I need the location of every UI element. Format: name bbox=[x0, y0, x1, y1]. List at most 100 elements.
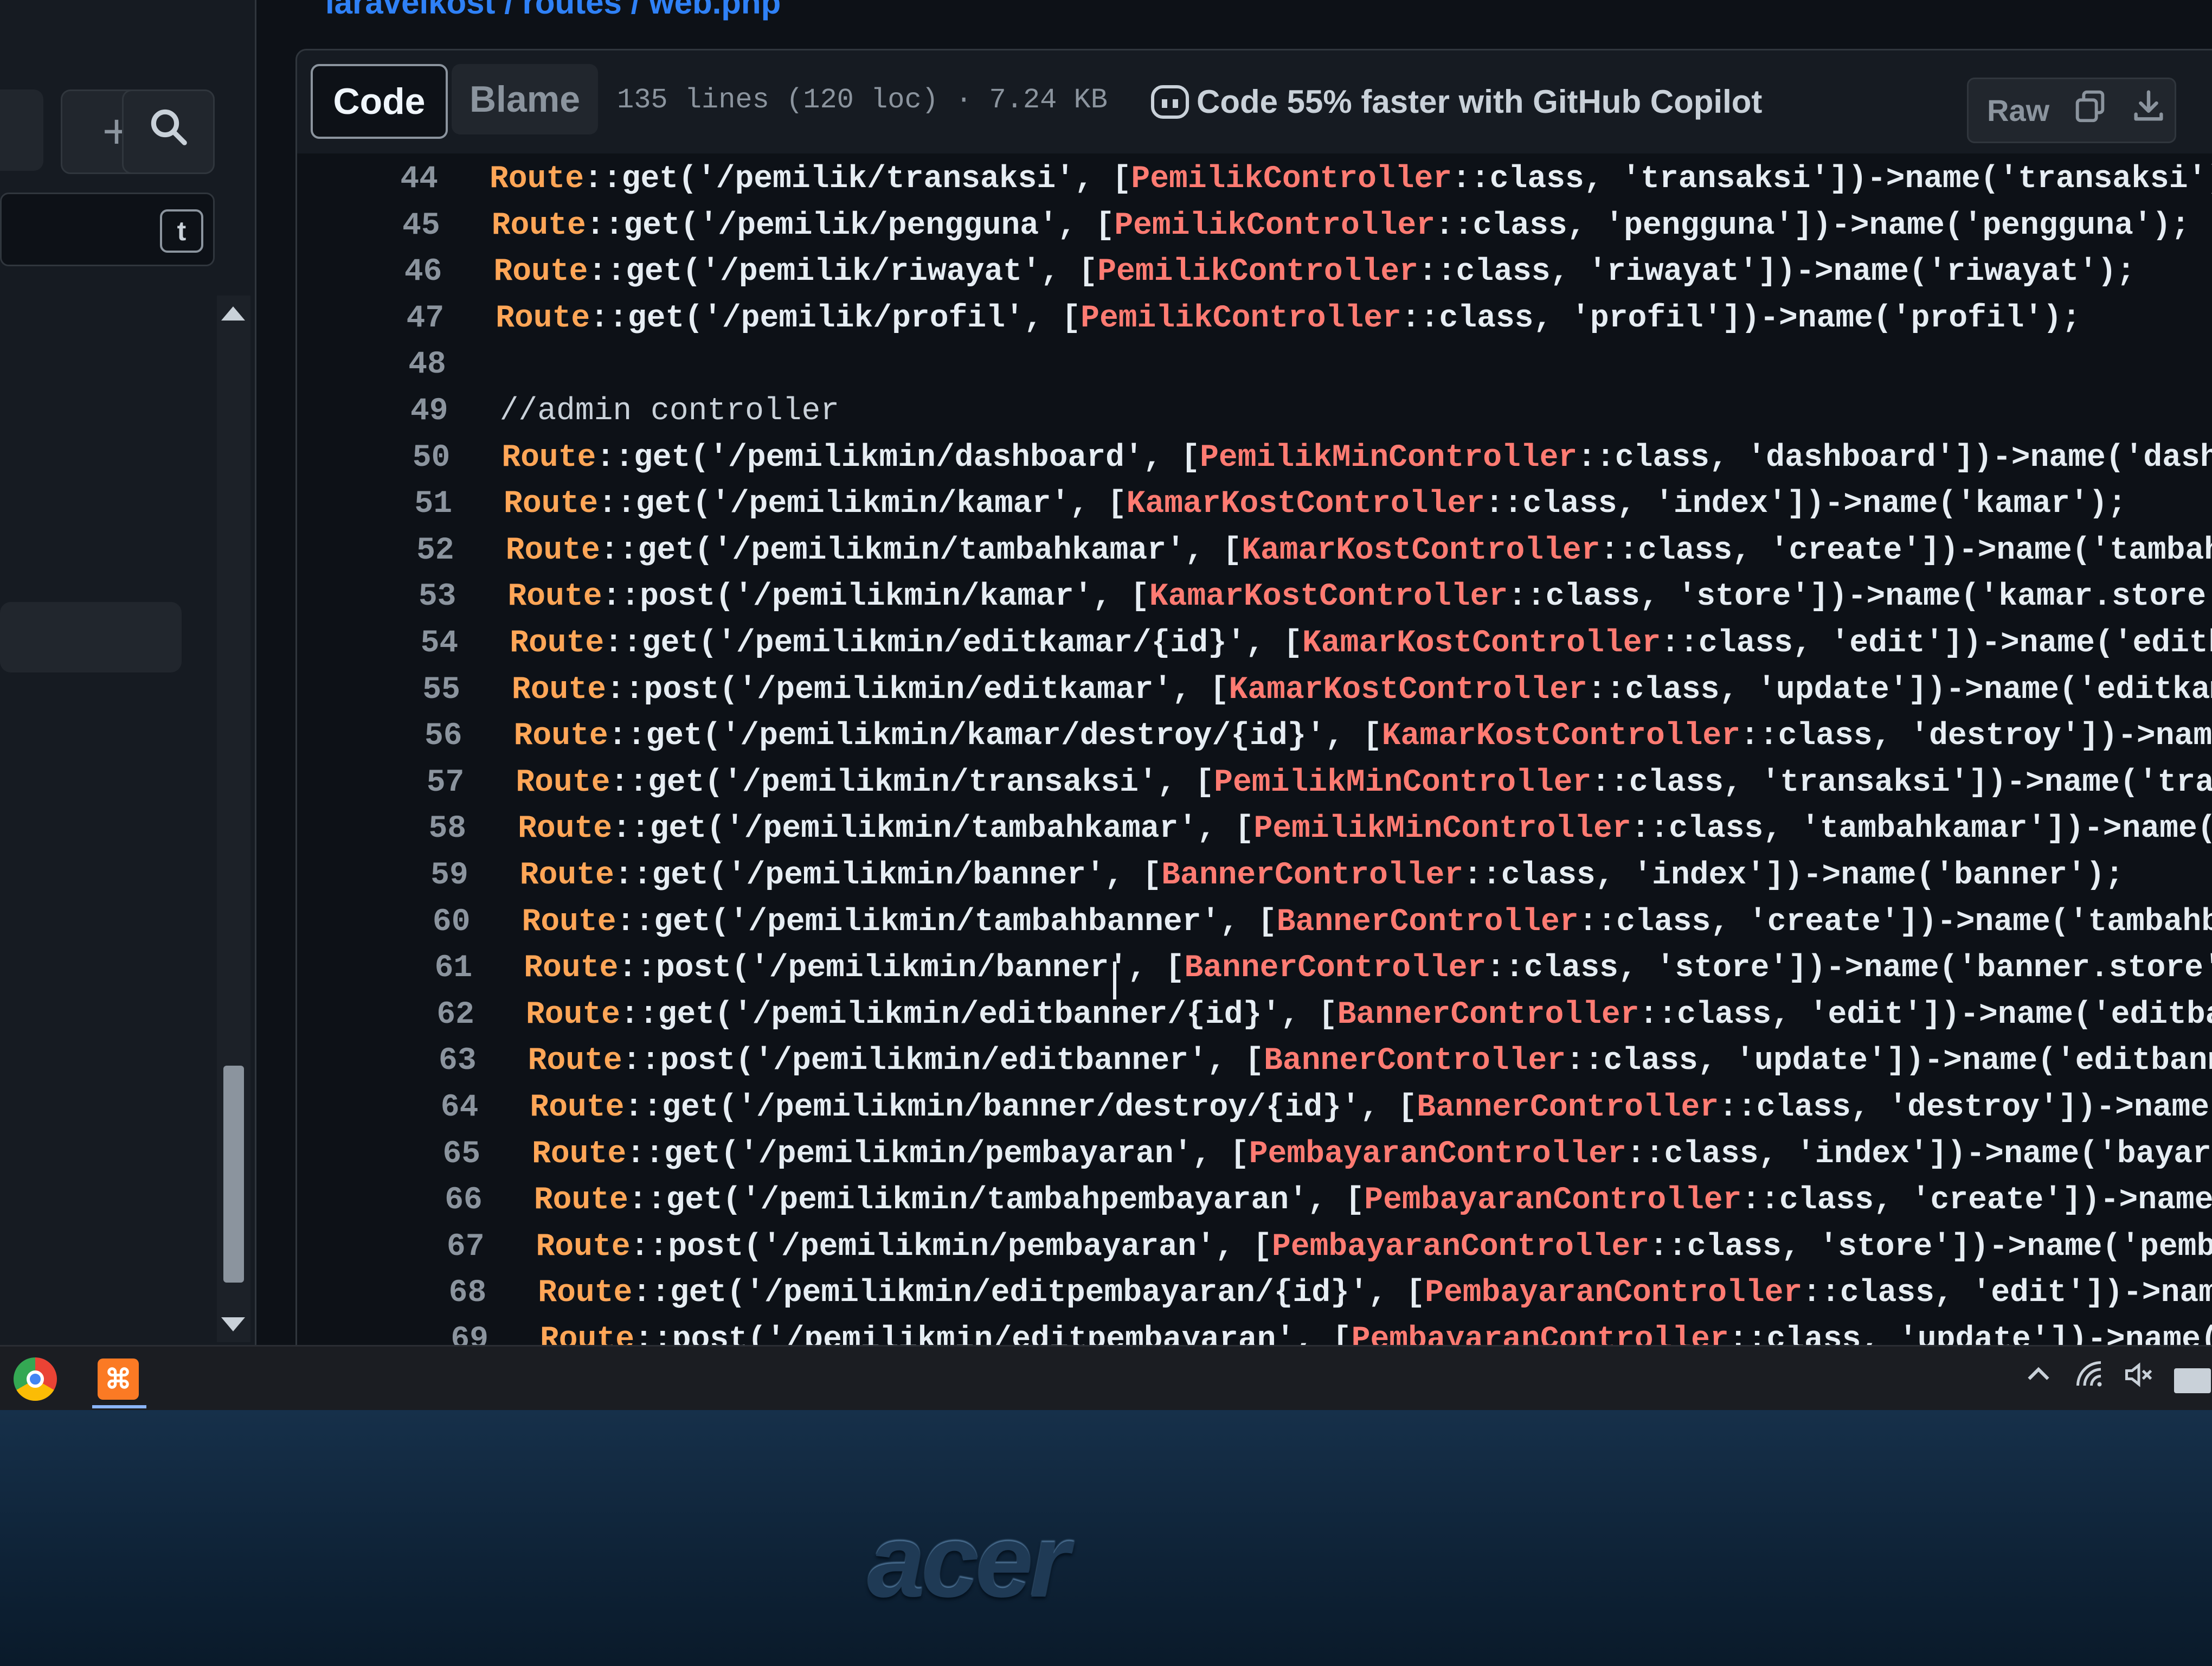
code-line: 50 Route::get('/pemilikmin/dashboard', [P… bbox=[309, 435, 2212, 481]
line-number[interactable]: 50 bbox=[309, 440, 501, 476]
copilot-promo-link[interactable]: Code 55% faster with GitHub Copilot bbox=[1151, 83, 1762, 120]
class-token: PembayaranController bbox=[1425, 1276, 1803, 1311]
sidebar-item-selected[interactable] bbox=[0, 602, 182, 672]
route-token: Route bbox=[518, 811, 613, 847]
line-number[interactable]: 61 bbox=[331, 951, 524, 986]
download-icon[interactable] bbox=[2130, 87, 2168, 133]
code-text: ::get('/pemilikmin/tambahpembayaran', [ bbox=[628, 1183, 1365, 1219]
line-number[interactable]: 66 bbox=[342, 1183, 534, 1218]
line-number[interactable]: 60 bbox=[330, 905, 522, 940]
scroll-down-arrow-icon[interactable] bbox=[221, 1317, 245, 1331]
line-number[interactable]: 59 bbox=[327, 858, 520, 893]
route-token: Route bbox=[496, 300, 590, 336]
scrollbar-thumb[interactable] bbox=[223, 1066, 244, 1283]
code-text: ::get('/pemilikmin/editbanner/{id}', [ bbox=[620, 997, 1338, 1033]
screen: + t laravelkost / routes / web.php Code … bbox=[0, 0, 2212, 1410]
code-text: ::class, 'store'])->name('pembayaran.sto… bbox=[1649, 1229, 2212, 1265]
class-token: BannerController bbox=[1417, 1090, 1719, 1125]
code-text: ::post('/pemilikmin/editpembayaran', [ bbox=[634, 1322, 1352, 1347]
line-number[interactable]: 69 bbox=[348, 1322, 540, 1347]
tab-code[interactable]: Code bbox=[311, 64, 448, 139]
line-number[interactable]: 48 bbox=[305, 347, 498, 382]
code-text: ::get('/pemilikmin/banner/destroy/{id}',… bbox=[624, 1090, 1417, 1125]
file-filter-input[interactable]: t bbox=[0, 193, 215, 266]
route-token: Route bbox=[490, 162, 584, 197]
route-token: Route bbox=[493, 254, 588, 290]
line-number[interactable]: 58 bbox=[325, 811, 518, 847]
class-token: PembayaranController bbox=[1249, 1136, 1626, 1172]
line-number[interactable]: 62 bbox=[333, 997, 526, 1033]
line-number[interactable]: 57 bbox=[323, 765, 516, 800]
route-token: Route bbox=[516, 765, 610, 800]
code-line: 45 Route::get('/pemilik/pengguna', [Pemil… bbox=[299, 203, 2190, 249]
xampp-app-icon[interactable]: ⌘ bbox=[98, 1359, 139, 1400]
code-text: ::get('/pemilikmin/kamar/destroy/{id}', … bbox=[608, 719, 1382, 754]
code-text: ::get('/pemilikmin/transaksi', [ bbox=[610, 765, 1214, 800]
code-text: ::class, 'edit'])->name('editpembayaran'… bbox=[1802, 1276, 2212, 1311]
route-token: Route bbox=[522, 904, 616, 940]
sidebar-scrollbar[interactable] bbox=[217, 296, 250, 1342]
line-number[interactable]: 53 bbox=[315, 579, 507, 614]
code-line: 54 Route::get('/pemilikmin/editkamar/{id}… bbox=[317, 620, 2212, 667]
sidebar-collapse-button[interactable] bbox=[0, 89, 43, 171]
scroll-up-arrow-icon[interactable] bbox=[221, 306, 245, 321]
class-token: PemilikController bbox=[1114, 208, 1436, 244]
search-files-button[interactable] bbox=[122, 89, 215, 174]
code-text: ::get('/pemilikmin/editpembayaran/{id}',… bbox=[632, 1276, 1425, 1311]
route-token: Route bbox=[525, 997, 620, 1033]
code-line: 53 Route::post('/pemilikmin/kamar', [Kama… bbox=[315, 574, 2212, 620]
tab-blame[interactable]: Blame bbox=[452, 64, 598, 134]
route-token: Route bbox=[513, 719, 608, 754]
line-number[interactable]: 51 bbox=[311, 486, 504, 522]
route-token: Route bbox=[540, 1322, 635, 1347]
battery-icon[interactable] bbox=[2174, 1368, 2211, 1393]
line-number[interactable]: 68 bbox=[345, 1276, 538, 1311]
class-token: KamarKostController bbox=[1126, 486, 1485, 522]
line-number[interactable]: 63 bbox=[336, 1043, 528, 1079]
line-number[interactable]: 44 bbox=[297, 162, 490, 197]
code-line: 48 bbox=[305, 342, 498, 388]
class-token: KamarKostController bbox=[1302, 626, 1661, 661]
line-number[interactable]: 49 bbox=[307, 394, 500, 429]
code-text: ::class, 'create'])->name('tambahkamar')… bbox=[1600, 533, 2212, 568]
file-actions-group: Raw bbox=[1967, 78, 2176, 143]
class-token: KamarKostController bbox=[1242, 533, 1600, 568]
line-number[interactable]: 47 bbox=[303, 301, 496, 336]
line-number[interactable]: 52 bbox=[313, 533, 506, 568]
line-number[interactable]: 65 bbox=[339, 1137, 532, 1172]
route-token: Route bbox=[536, 1229, 631, 1265]
wifi-icon[interactable] bbox=[2074, 1359, 2106, 1399]
line-number[interactable]: 56 bbox=[321, 719, 514, 754]
line-number[interactable]: 54 bbox=[317, 626, 510, 661]
code-text: ::class, 'tambahkamar'])->name('tambahka… bbox=[1631, 811, 2212, 847]
code-text: ::post('/pemilikmin/editbanner', [ bbox=[622, 1043, 1264, 1079]
breadcrumb[interactable]: laravelkost / routes / web.php bbox=[325, 0, 781, 21]
line-number[interactable]: 46 bbox=[301, 254, 493, 290]
line-number[interactable]: 45 bbox=[299, 208, 492, 244]
code-text: ::class, 'edit'])->name('editkamar'); bbox=[1661, 626, 2212, 661]
code-text: ::class, 'store'])->name('kamar.store'); bbox=[1508, 579, 2212, 615]
code-text: ::get('/pemilikmin/banner', [ bbox=[614, 858, 1162, 893]
code-line: 67 Route::post('/pemilikmin/pembayaran', … bbox=[344, 1224, 2212, 1270]
raw-button[interactable]: Raw bbox=[1987, 93, 2049, 128]
code-text: ::class, 'transaksi'])->name('transaksi'… bbox=[1591, 765, 2212, 800]
chevron-up-icon[interactable] bbox=[2022, 1359, 2055, 1399]
code-text: ::class, 'store'])->name('banner.store')… bbox=[1486, 951, 2212, 986]
code-comment: //admin controller bbox=[499, 394, 840, 429]
file-header: Code Blame 135 lines (120 loc) · 7.24 KB… bbox=[295, 49, 2212, 155]
copy-icon[interactable] bbox=[2071, 87, 2109, 133]
code-text: ::get('/pemilikmin/tambahkamar', [ bbox=[612, 811, 1254, 847]
code-text: ::class, 'index'])->name('bayar'); bbox=[1626, 1136, 2212, 1172]
code-text: ::class, 'index'])->name('banner'); bbox=[1463, 858, 2124, 893]
search-icon bbox=[147, 104, 190, 160]
code-viewer[interactable]: 44 Route::get('/pemilik/transaksi', [Pemi… bbox=[295, 153, 2212, 1347]
class-token: PemilikMinController bbox=[1214, 765, 1592, 800]
code-text: ::get('/pemilikmin/kamar', [ bbox=[598, 486, 1127, 522]
chrome-icon[interactable] bbox=[14, 1357, 57, 1401]
code-line: 55 Route::post('/pemilikmin/editkamar', [… bbox=[319, 667, 2212, 713]
line-number[interactable]: 67 bbox=[344, 1229, 536, 1265]
line-number[interactable]: 64 bbox=[337, 1090, 530, 1125]
mute-icon[interactable] bbox=[2123, 1359, 2155, 1399]
laptop-bezel: acer bbox=[0, 1410, 2212, 1666]
line-number[interactable]: 55 bbox=[319, 672, 512, 708]
